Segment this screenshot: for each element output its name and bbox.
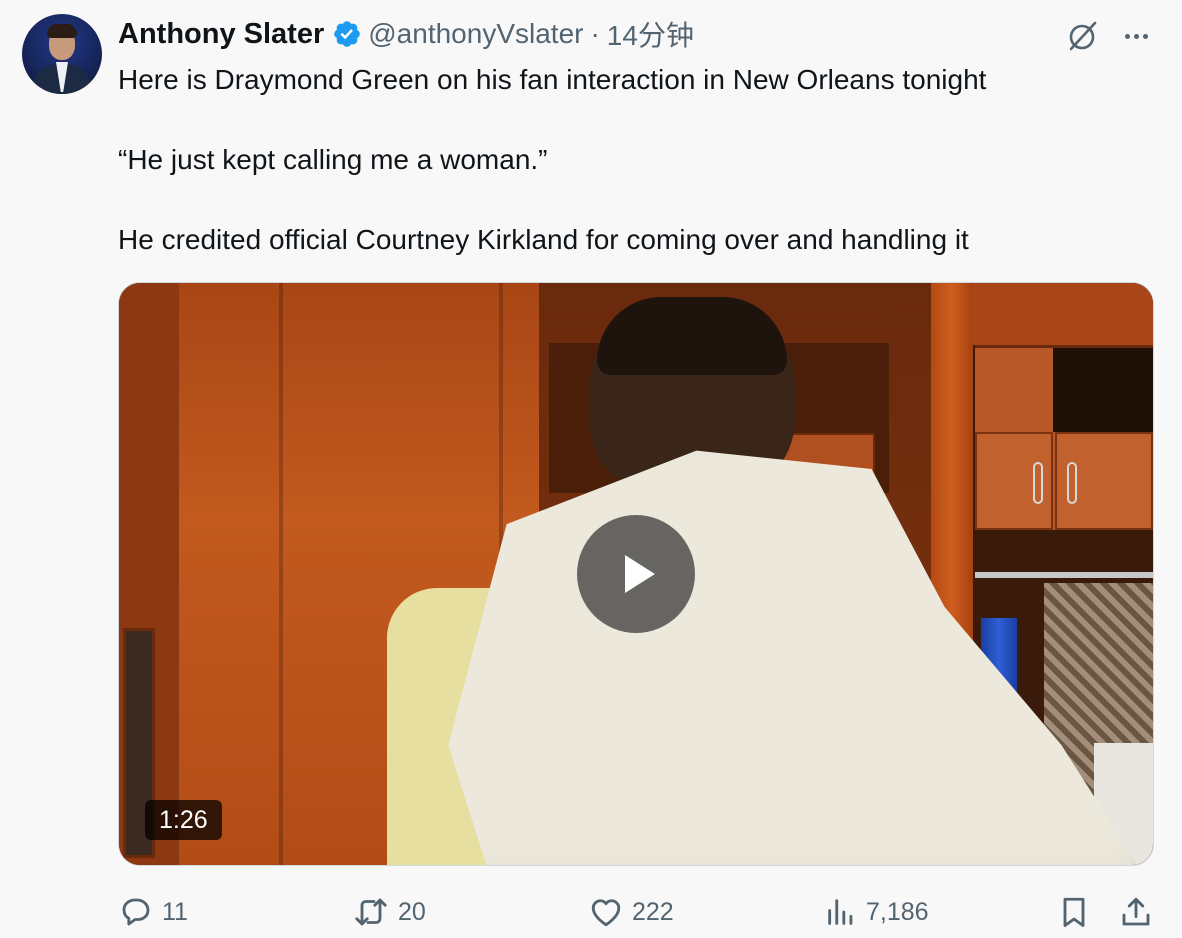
timestamp[interactable]: 14分钟 — [607, 14, 694, 54]
repost-button[interactable]: 20 — [352, 890, 426, 934]
more-icon[interactable] — [1118, 22, 1154, 50]
avatar[interactable] — [22, 14, 102, 94]
like-icon — [591, 899, 621, 927]
video-duration: 1:26 — [145, 800, 222, 840]
tweet-paragraph: Here is Draymond Green on his fan intera… — [118, 64, 987, 95]
reply-icon — [122, 898, 150, 926]
grok-icon[interactable] — [1064, 18, 1100, 54]
separator-dot: · — [590, 18, 600, 49]
bookmark-button[interactable] — [1056, 890, 1092, 934]
play-button[interactable] — [577, 515, 695, 633]
tweet-text: Here is Draymond Green on his fan intera… — [118, 60, 1118, 260]
views-button[interactable]: 7,186 — [824, 890, 929, 934]
video-frame-cabinet-right — [975, 345, 1153, 530]
reply-count: 11 — [162, 897, 188, 926]
tweet-paragraph: “He just kept calling me a woman.” — [118, 144, 548, 175]
video-frame-person-hair — [597, 297, 787, 375]
views-count: 7,186 — [866, 897, 929, 926]
tweet-paragraph: He credited official Courtney Kirkland f… — [118, 224, 969, 255]
reply-button[interactable]: 11 — [118, 890, 188, 934]
share-icon — [1122, 897, 1150, 926]
repost-icon — [355, 898, 387, 926]
like-button[interactable]: 222 — [588, 890, 674, 934]
video-frame-locker-top — [973, 283, 1153, 345]
video-player[interactable]: 1:26 — [118, 282, 1154, 866]
video-frame-rod — [975, 572, 1153, 578]
verified-badge-icon — [332, 19, 362, 49]
author-name[interactable]: Anthony Slater — [118, 18, 324, 51]
like-count: 222 — [632, 897, 674, 926]
tweet-header: Anthony Slater @anthonyVslater · 14分钟 — [118, 16, 694, 52]
share-button[interactable] — [1118, 890, 1154, 934]
avatar-hair — [47, 24, 77, 38]
action-bar: 11 20 222 7,186 — [0, 890, 1182, 934]
play-icon — [625, 555, 655, 593]
views-icon — [828, 899, 853, 925]
author-handle[interactable]: @anthonyVslater — [368, 18, 583, 50]
video-frame-panel-line — [279, 283, 283, 865]
repost-count: 20 — [398, 897, 426, 926]
bookmark-icon — [1063, 897, 1085, 927]
